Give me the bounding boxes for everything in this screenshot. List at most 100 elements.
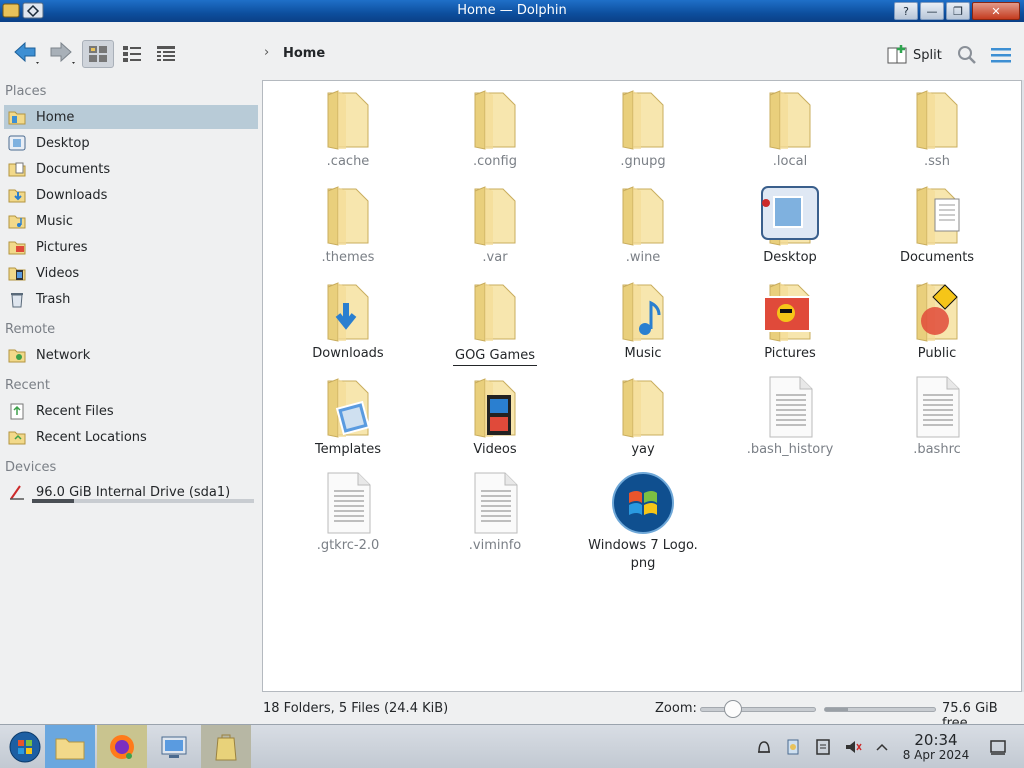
sidebar-item-recent-locations[interactable]: Recent Locations bbox=[4, 425, 258, 449]
sidebar-item-home[interactable]: Home bbox=[4, 105, 258, 129]
sidebar-item-network[interactable]: Network bbox=[4, 343, 258, 367]
file-item-desktop[interactable]: Desktop bbox=[730, 183, 850, 267]
file-name: .ssh bbox=[924, 154, 950, 169]
hamburger-menu-button[interactable] bbox=[988, 42, 1014, 68]
start-menu-button[interactable] bbox=[0, 725, 50, 768]
icons-view-icon bbox=[89, 46, 107, 62]
folder-icon bbox=[611, 87, 675, 151]
file-name: .bashrc bbox=[913, 442, 961, 457]
file-item-gog-games[interactable]: GOG Games bbox=[435, 279, 555, 366]
help-button[interactable]: ? bbox=[894, 2, 918, 20]
file-item-public[interactable]: Public bbox=[877, 279, 997, 363]
file-name: Videos bbox=[473, 442, 517, 457]
videos-folder-icon bbox=[463, 375, 527, 439]
sidebar-item-downloads[interactable]: Downloads bbox=[4, 183, 258, 207]
show-desktop-icon[interactable] bbox=[988, 737, 1008, 757]
toolbar: › Home Split bbox=[0, 22, 1024, 80]
breadcrumb-home[interactable]: Home bbox=[283, 46, 325, 61]
downloads-folder-icon bbox=[316, 279, 380, 343]
downloads-icon bbox=[8, 186, 26, 204]
hamburger-menu-icon bbox=[991, 48, 1011, 63]
sidebar-item-recent-files[interactable]: Recent Files bbox=[4, 399, 258, 423]
sidebar-item-documents[interactable]: Documents bbox=[4, 157, 258, 181]
text-file-icon bbox=[316, 471, 380, 535]
split-button[interactable]: Split bbox=[887, 42, 942, 68]
sidebar-item-videos[interactable]: Videos bbox=[4, 261, 258, 285]
desktop-icon bbox=[8, 134, 26, 152]
forward-button[interactable] bbox=[44, 38, 78, 66]
file-item-bash-history[interactable]: .bash_history bbox=[730, 375, 850, 459]
file-name-text: GOG Games bbox=[453, 347, 537, 366]
file-name: Pictures bbox=[764, 346, 816, 361]
file-item-cache[interactable]: .cache bbox=[288, 87, 408, 171]
alarm-icon[interactable] bbox=[754, 737, 774, 757]
file-item-documents[interactable]: Documents bbox=[877, 183, 997, 267]
clipboard-vault-icon[interactable] bbox=[783, 737, 803, 757]
search-button[interactable] bbox=[955, 42, 979, 68]
file-item-pictures[interactable]: Pictures bbox=[730, 279, 850, 363]
taskbar-system-settings[interactable] bbox=[149, 725, 199, 768]
start-menu-icon bbox=[9, 731, 41, 762]
zoom-slider-track[interactable] bbox=[700, 707, 816, 712]
sidebar-item-desktop[interactable]: Desktop bbox=[4, 131, 258, 155]
videos-icon bbox=[8, 264, 26, 282]
close-button[interactable]: ✕ bbox=[972, 2, 1020, 20]
sidebar-item-music[interactable]: Music bbox=[4, 209, 258, 233]
file-item-wine[interactable]: .wine bbox=[583, 183, 703, 267]
back-button[interactable] bbox=[8, 38, 42, 66]
compact-view-button[interactable] bbox=[116, 40, 148, 68]
back-icon bbox=[14, 41, 39, 64]
pictures-icon bbox=[8, 238, 26, 256]
file-item-config[interactable]: .config bbox=[435, 87, 555, 171]
file-item-gtkrc-2-0[interactable]: .gtkrc-2.0 bbox=[288, 471, 408, 555]
mute-icon[interactable] bbox=[843, 737, 863, 757]
file-name: .bash_history bbox=[746, 442, 834, 457]
file-item-themes[interactable]: .themes bbox=[288, 183, 408, 267]
sidebar-item-label: Videos bbox=[36, 265, 80, 281]
file-item-music[interactable]: Music bbox=[583, 279, 703, 363]
file-name: .viminfo bbox=[468, 538, 522, 553]
compact-view-icon bbox=[123, 46, 141, 62]
file-item-ssh[interactable]: .ssh bbox=[877, 87, 997, 171]
taskbar-file-manager[interactable] bbox=[45, 725, 95, 768]
file-item-local[interactable]: .local bbox=[730, 87, 850, 171]
details-view-button[interactable] bbox=[150, 40, 182, 68]
file-item-templates[interactable]: Templates bbox=[288, 375, 408, 459]
zoom-slider-handle[interactable] bbox=[724, 700, 742, 718]
clock-date[interactable]: 8 Apr 2024 bbox=[898, 748, 974, 762]
forward-icon bbox=[50, 41, 75, 64]
taskbar-dolphin[interactable] bbox=[201, 725, 251, 768]
system-settings-icon bbox=[161, 736, 187, 758]
sidebar-item-trash[interactable]: Trash bbox=[4, 287, 258, 311]
split-label: Split bbox=[913, 47, 942, 63]
window-title: Home — Dolphin bbox=[457, 3, 567, 18]
file-item-var[interactable]: .var bbox=[435, 183, 555, 267]
chevron-up-icon[interactable] bbox=[872, 737, 892, 757]
free-space-bar bbox=[824, 707, 936, 712]
taskbar-firefox[interactable] bbox=[97, 725, 147, 768]
file-name: .gnupg bbox=[620, 154, 666, 169]
file-item-yay[interactable]: yay bbox=[583, 375, 703, 459]
file-item-viminfo[interactable]: .viminfo bbox=[435, 471, 555, 555]
firefox-icon bbox=[110, 734, 134, 759]
file-item-windows-7-logo-png[interactable]: Windows 7 Logo. png bbox=[583, 471, 703, 573]
notes-icon[interactable] bbox=[813, 737, 833, 757]
file-item-downloads[interactable]: Downloads bbox=[288, 279, 408, 363]
breadcrumb-chevron-icon[interactable]: › bbox=[264, 45, 269, 60]
file-item-gnupg[interactable]: .gnupg bbox=[583, 87, 703, 171]
section-heading-recent: Recent bbox=[5, 378, 50, 393]
icons-view-button[interactable] bbox=[82, 40, 114, 68]
file-name: Music bbox=[624, 346, 662, 361]
file-view[interactable]: .cache .config .gnupg .local .ssh .theme… bbox=[262, 80, 1022, 692]
sidebar-item-pictures[interactable]: Pictures bbox=[4, 235, 258, 259]
file-name: Downloads bbox=[312, 346, 384, 361]
file-item-videos[interactable]: Videos bbox=[435, 375, 555, 459]
file-item-bashrc[interactable]: .bashrc bbox=[877, 375, 997, 459]
minimize-button[interactable]: — bbox=[920, 2, 944, 20]
file-name: .local bbox=[772, 154, 808, 169]
sidebar-item-label: Music bbox=[36, 213, 73, 229]
window-titlebar[interactable]: Home — Dolphin ? — ❐ ✕ bbox=[0, 0, 1024, 22]
maximize-button[interactable]: ❐ bbox=[946, 2, 970, 20]
file-name: .themes bbox=[321, 250, 375, 265]
clock-time[interactable]: 20:34 bbox=[906, 731, 966, 749]
